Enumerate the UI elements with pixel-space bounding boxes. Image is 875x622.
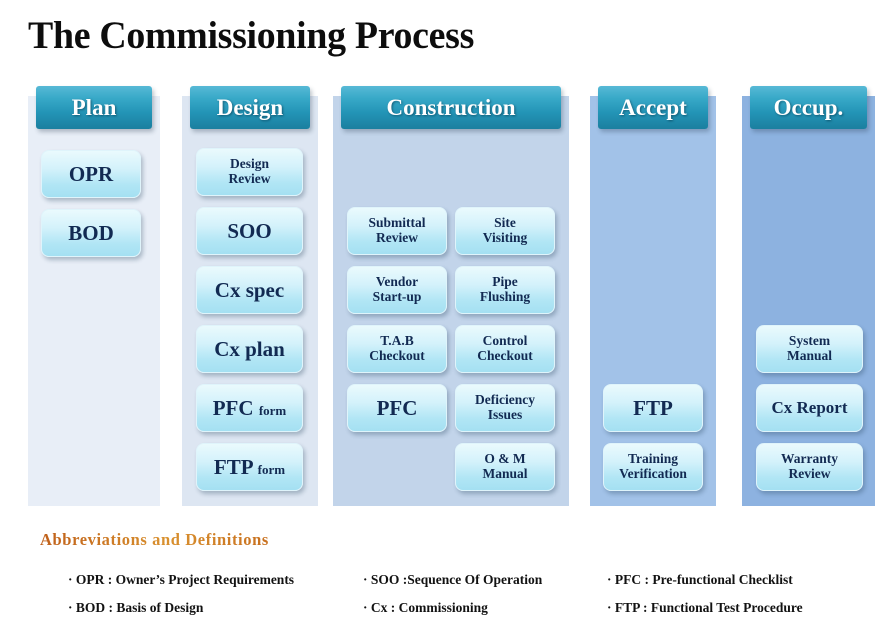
node-label: OPR xyxy=(68,161,114,186)
process-column-design: Design Design Review SOO Cx spec Cx plan… xyxy=(182,86,318,506)
node-cx-plan[interactable]: Cx plan xyxy=(196,325,303,373)
node-pfc[interactable]: PFC xyxy=(347,384,447,432)
node-om-manual[interactable]: O & M Manual xyxy=(455,443,555,491)
process-column-plan: Plan OPR BOD xyxy=(28,86,160,506)
column-header-label: Occup. xyxy=(773,94,844,120)
node-deficiency-issues[interactable]: Deficiency Issues xyxy=(455,384,555,432)
node-cx-report[interactable]: Cx Report xyxy=(756,384,863,432)
node-pipe-flushing[interactable]: Pipe Flushing xyxy=(455,266,555,314)
process-column-construction: Construction Submittal Review Site Visit… xyxy=(333,86,569,506)
abbreviation-bod: · BOD : Basis of Design xyxy=(68,600,204,615)
node-label: PFC form xyxy=(212,395,287,420)
node-label: Cx plan xyxy=(214,336,285,361)
abbreviation-opr: · OPR : Owner’s Project Requirements xyxy=(68,572,295,587)
node-site-visiting[interactable]: Site Visiting xyxy=(455,207,555,255)
node-label: Design Review xyxy=(228,156,271,186)
abbreviation-cx: · Cx : Commissioning xyxy=(363,600,488,615)
node-label: BOD xyxy=(68,220,114,245)
node-pfc-form[interactable]: PFC form xyxy=(196,384,303,432)
node-vendor-startup[interactable]: Vendor Start-up xyxy=(347,266,447,314)
node-soo[interactable]: SOO xyxy=(196,207,303,255)
page-title: The Commissioning Process xyxy=(28,14,475,57)
node-ftp[interactable]: FTP xyxy=(603,384,703,432)
abbreviations-heading: Abbreviations and Definitions xyxy=(40,530,269,549)
node-control-checkout[interactable]: Control Checkout xyxy=(455,325,555,373)
process-column-accept: Accept FTP Training Verification xyxy=(590,86,716,506)
node-training-verification[interactable]: Training Verification xyxy=(603,443,703,491)
column-header-occupancy[interactable]: Occup. xyxy=(750,86,867,129)
node-label: SOO xyxy=(227,218,272,243)
node-label: Vendor Start-up xyxy=(372,274,422,304)
abbreviation-soo: · SOO :Sequence Of Operation xyxy=(363,572,543,587)
node-opr[interactable]: OPR xyxy=(41,150,141,198)
column-header-label: Accept xyxy=(619,94,687,120)
column-header-label: Construction xyxy=(386,94,516,120)
node-label: Deficiency Issues xyxy=(475,392,535,422)
node-label: Site Visiting xyxy=(482,215,528,245)
node-system-manual[interactable]: System Manual xyxy=(756,325,863,373)
node-bod[interactable]: BOD xyxy=(41,209,141,257)
process-diagram: Plan OPR BOD Design Design Review SOO Cx… xyxy=(0,86,875,506)
node-label: O & M Manual xyxy=(482,451,528,481)
node-label: Pipe Flushing xyxy=(479,274,531,304)
abbreviation-pfc: · PFC : Pre-functional Checklist xyxy=(607,572,793,587)
node-label: FTP xyxy=(633,395,673,420)
node-label: Training Verification xyxy=(619,451,687,481)
node-label: T.A.B Checkout xyxy=(369,333,425,363)
column-header-design[interactable]: Design xyxy=(190,86,310,129)
node-label: Warranty Review xyxy=(781,451,838,481)
process-column-occupancy: Occup. System Manual Cx Report Warranty … xyxy=(742,86,875,506)
node-label: PFC xyxy=(376,395,418,420)
node-design-review[interactable]: Design Review xyxy=(196,148,303,196)
column-header-label: Plan xyxy=(71,94,117,120)
column-header-construction[interactable]: Construction xyxy=(341,86,561,129)
node-label: Control Checkout xyxy=(477,333,533,363)
node-label: System Manual xyxy=(786,333,832,363)
node-warranty-review[interactable]: Warranty Review xyxy=(756,443,863,491)
node-label: FTP form xyxy=(213,454,286,479)
node-label: Submittal Review xyxy=(368,215,426,245)
node-tab-checkout[interactable]: T.A.B Checkout xyxy=(347,325,447,373)
abbreviation-ftp: · FTP : Functional Test Procedure xyxy=(607,600,803,615)
node-submittal-review[interactable]: Submittal Review xyxy=(347,207,447,255)
column-header-label: Design xyxy=(216,94,284,120)
node-label: Cx spec xyxy=(214,277,285,302)
column-header-plan[interactable]: Plan xyxy=(36,86,152,129)
column-header-accept[interactable]: Accept xyxy=(598,86,708,129)
node-cx-spec[interactable]: Cx spec xyxy=(196,266,303,314)
node-label: Cx Report xyxy=(771,397,848,417)
node-ftp-form[interactable]: FTP form xyxy=(196,443,303,491)
